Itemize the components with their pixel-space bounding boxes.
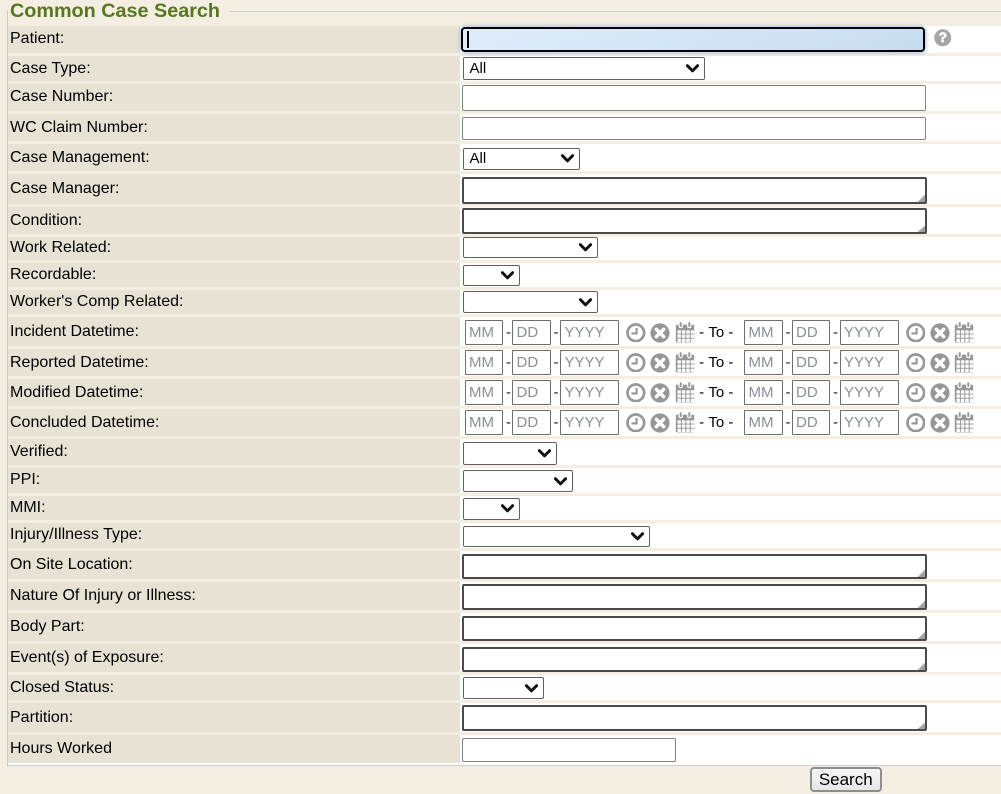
svg-text:?: ? xyxy=(939,30,947,45)
